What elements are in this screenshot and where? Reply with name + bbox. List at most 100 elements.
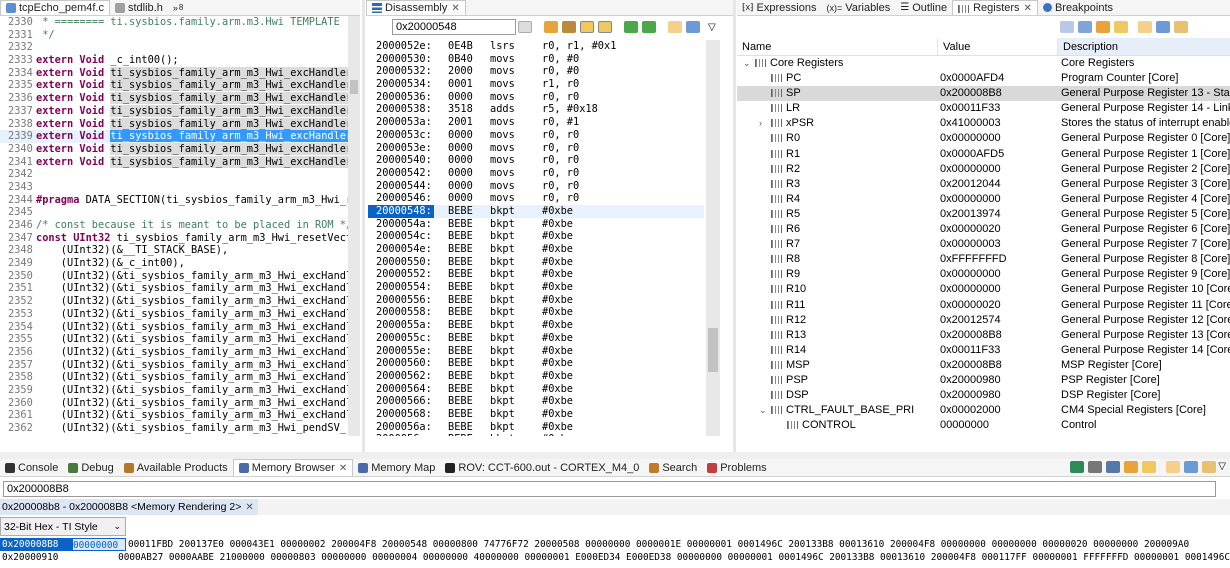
chevron-down-icon[interactable]: ⌄ [743,56,755,71]
col-value[interactable]: Value [937,38,1057,55]
disassembly-listing[interactable]: 2000052e: 0E4B lsrs r0, r1, #0x1 20000530: 0B… [368,40,704,436]
filter-icon[interactable] [1096,21,1110,33]
code-line[interactable]: 2330 * ======== ti.sysbios.family.arm.m3… [0,16,348,29]
tab-debug[interactable]: Debug [63,459,118,476]
register-row[interactable]: MSP 0x200008B8 MSP Register [Core] [737,358,1230,373]
code-line[interactable]: 2345 [0,206,348,219]
register-row[interactable]: R6 0x00000020 General Purpose Register 6 [… [737,222,1230,237]
code-line[interactable]: 2331 */ [0,29,348,42]
register-value[interactable]: 0x00000000 [937,162,1057,177]
register-row[interactable]: SP 0x200008B8 General Purpose Register 13 … [737,86,1230,102]
register-row[interactable]: R2 0x00000000 General Purpose Register 2 [… [737,162,1230,177]
register-value[interactable]: 0x200008B8 [937,86,1057,101]
code-line[interactable]: 2357 (UInt32)(&ti_sysbios_family_arm_m3_… [0,359,348,372]
disasm-line[interactable]: 2000052e: 0E4B lsrs r0, r1, #0x1 [368,40,704,53]
disasm-line[interactable]: 20000556: BEBE bkpt #0xbe [368,294,704,307]
register-value[interactable]: 0x00000003 [937,237,1057,252]
register-value[interactable]: 0x00000000 [937,131,1057,146]
register-value[interactable]: 0x41000003 [937,116,1057,131]
register-row[interactable]: DSP 0x20000980 DSP Register [Core] [737,388,1230,403]
disasm-line[interactable]: 2000055e: BEBE bkpt #0xbe [368,345,704,358]
register-row[interactable]: › xPSR 0x41000003 Stores the status of inte… [737,116,1230,131]
refresh-icon[interactable] [1114,21,1128,33]
refresh-icon[interactable] [544,21,558,33]
code-line[interactable]: 2350 (UInt32)(&ti_sysbios_family_arm_m3_… [0,270,348,283]
horizontal-divider[interactable] [0,452,1230,459]
tab-expressions[interactable]: ⁅x⁆ Expressions [737,0,821,15]
disasm-line[interactable]: 2000053e: 0000 movs r0, r0 [368,142,704,155]
close-icon[interactable]: ✕ [339,463,347,474]
tab-rov[interactable]: ROV: CCT-600.out - CORTEX_M4_0 [440,459,644,476]
register-value[interactable]: 0x00000000 [937,192,1057,207]
link-icon[interactable] [580,21,594,33]
import-icon[interactable] [1124,461,1139,473]
register-value[interactable]: 0x20012574 [937,313,1057,328]
refresh-icon[interactable] [1142,461,1157,473]
register-value[interactable]: 0x200008B8 [937,358,1057,373]
code-line[interactable]: 2332 [0,41,348,54]
view-menu-icon[interactable]: ▽ [1218,461,1226,473]
disasm-line[interactable]: 2000056c:BEBEbkpt#0xbe [368,433,704,436]
disasm-line[interactable]: 20000532: 2000 movs r0, #0 [368,65,704,78]
code-line[interactable]: 2346/* const because it is meant to be p… [0,219,348,232]
disasm-line[interactable]: 20000558: BEBE bkpt #0xbe [368,306,704,319]
pane-divider[interactable] [733,0,736,452]
register-value[interactable]: 0x00000000 [937,282,1057,297]
new-view-icon[interactable] [1166,461,1181,473]
disasm-line[interactable]: 20000542: 0000 movs r0, r0 [368,167,704,180]
register-value[interactable]: 0x00000020 [937,298,1057,313]
code-line[interactable]: 2335 extern Void ti_sysbios_family_arm_m3… [0,79,348,92]
register-row[interactable]: ⌄ CTRL_FAULT_BASE_PRI 0x00002000 CM4 Specia… [737,403,1230,418]
tab-stdlib[interactable]: stdlib.h [110,0,168,15]
code-line[interactable]: 2334 extern Void ti_sysbios_family_arm_m3… [0,66,348,80]
pin-icon[interactable] [1156,21,1170,33]
register-value[interactable]: 0x20000980 [937,388,1057,403]
register-row[interactable]: R3 0x20012044 General Purpose Register 3 [… [737,177,1230,192]
format-icon[interactable] [1088,461,1103,473]
register-row[interactable]: R7 0x00000003 General Purpose Register 7 [… [737,237,1230,252]
code-line[interactable]: 2360 (UInt32)(&ti_sysbios_family_arm_m3_… [0,397,348,410]
disasm-line[interactable]: 20000560: BEBE bkpt #0xbe [368,357,704,370]
disasm-line[interactable]: 2000053a: 2001 movs r0, #1 [368,116,704,129]
tab-disassembly[interactable]: Disassembly ✕ [366,0,466,15]
export-icon[interactable] [1202,461,1217,473]
tab-memory-rendering[interactable]: 0x200008b8 - 0x200008B8 <Memory Renderin… [0,499,258,515]
tab-registers[interactable]: Registers ✕ [952,0,1038,15]
save-icon[interactable] [1106,461,1121,473]
disasm-line[interactable]: 2000055c: BEBE bkpt #0xbe [368,332,704,345]
go-icon[interactable] [518,21,532,33]
code-line[interactable]: 2344 #pragma DATA_SECTION(ti_sysbios_fami… [0,194,348,207]
disasm-line[interactable]: 2000054a: BEBE bkpt #0xbe [368,218,704,231]
new-view-icon[interactable] [1138,21,1152,33]
code-line[interactable]: 2339 extern Void ti_sysbios_family_arm_m3… [0,130,348,143]
code-line[interactable]: 2361 (UInt32)(&ti_sysbios_family_arm_m3_… [0,409,348,422]
register-row[interactable]: CONTROL 00000000 Control [737,418,1230,433]
code-line[interactable]: 2352 (UInt32)(&ti_sysbios_family_arm_m3_… [0,295,348,308]
pane-divider[interactable] [362,0,365,452]
code-line[interactable]: 2362 (UInt32)(&ti_sysbios_family_arm_m3_… [0,422,348,435]
code-line[interactable]: 2348 (UInt32)(&__TI_STACK_BASE), [0,244,348,257]
memory-grid[interactable]: 0x200008B8 00000000 00011FBD 200137E0 0000… [0,538,1230,568]
code-line[interactable]: 2341 extern Void ti_sysbios_family_arm_m3… [0,155,348,169]
code-line[interactable]: 2351 (UInt32)(&ti_sysbios_family_arm_m3_… [0,282,348,295]
register-row[interactable]: PSP 0x20000980 PSP Register [Core] [737,373,1230,388]
pin-icon[interactable] [686,21,700,33]
register-row[interactable]: R8 0xFFFFFFFD General Purpose Register 8 [… [737,252,1230,267]
disasm-line[interactable]: 20000548: BEBE bkpt #0xbe [368,204,704,218]
register-value[interactable] [937,56,1057,71]
code-line[interactable]: 2347 const UInt32 ti_sysbios_family_arm_m… [0,232,348,245]
disasm-line[interactable]: 20000540: 0000 movs r0, r0 [368,154,704,167]
tab-problems[interactable]: Problems [702,459,771,476]
register-row[interactable]: R10 0x00000000 General Purpose Register 10… [737,282,1230,297]
tab-search[interactable]: Search [644,459,702,476]
pin-icon[interactable] [1184,461,1199,473]
disasm-line[interactable]: 20000552: BEBE bkpt #0xbe [368,268,704,281]
register-row[interactable]: ⌄ Core Registers Core Registers [737,56,1230,71]
register-value[interactable]: 0x20013974 [937,207,1057,222]
code-line[interactable]: 2359 (UInt32)(&ti_sysbios_family_arm_m3_… [0,384,348,397]
disasm-line[interactable]: 20000538: 3518 adds r5, #0x18 [368,103,704,116]
register-value[interactable]: 0x20000980 [937,373,1057,388]
tab-memory[interactable]: Memory Map [353,459,440,476]
register-value[interactable]: 0x0000AFD5 [937,147,1057,162]
disasm-line[interactable]: 20000546: 0000 movs r0, r0 [368,192,704,205]
